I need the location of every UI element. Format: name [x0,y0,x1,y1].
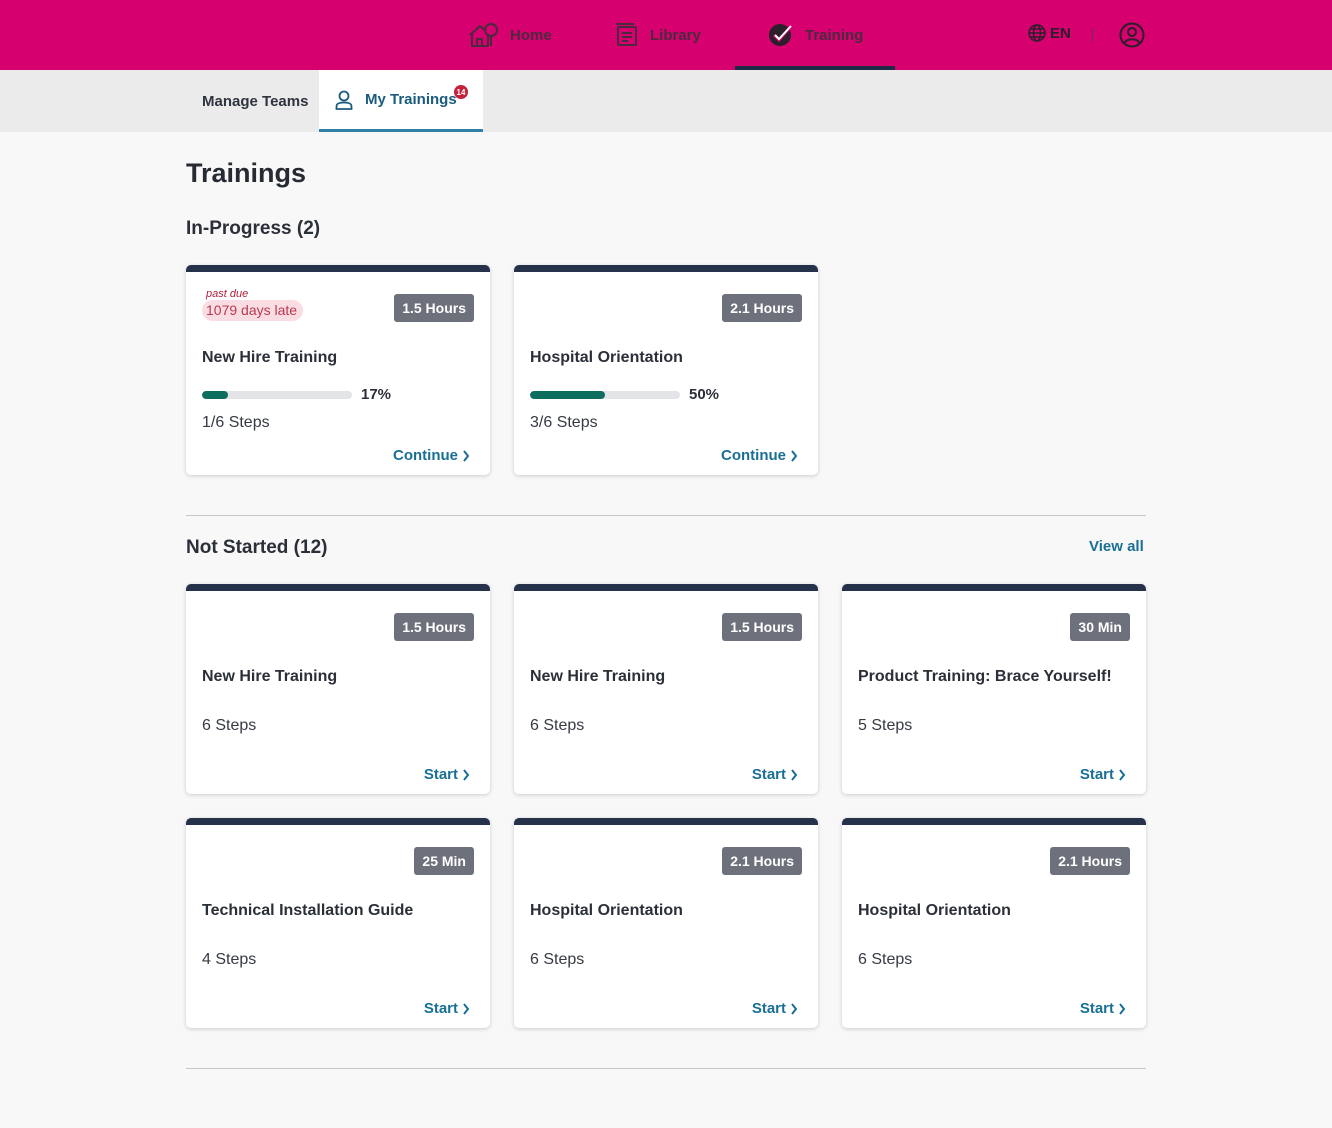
start-label: Start [423,1000,458,1017]
chevron-right-icon [1119,768,1126,781]
start-button[interactable]: Start [424,1000,470,1017]
continue-button[interactable]: Continue [721,447,798,464]
start-button[interactable]: Start [752,766,798,783]
view-all-link[interactable]: View all [1089,538,1144,555]
top-navigation-bar: Home Library Training EN [0,0,1332,70]
in-progress-heading: In-Progress (2) [186,218,321,239]
progress-percent: 17% [361,386,392,403]
nav-library-label: Library [650,26,701,44]
language-selector[interactable]: EN [1028,24,1071,42]
progress-indicator: 17% [202,386,391,403]
page-title: Trainings [186,158,307,188]
training-card[interactable]: 30 Min Product Training: Brace Yourself!… [842,584,1146,794]
training-title: Hospital Orientation [530,902,683,919]
checkmark-circle-icon [769,24,794,46]
progress-indicator: 50% [530,386,719,403]
training-card[interactable]: 1.5 Hours New Hire Training 6 Steps Star… [514,584,818,794]
duration-badge: 1.5 Hours [394,294,474,322]
training-title: Product Training: Brace Yourself! [858,668,1112,685]
start-button[interactable]: Start [1080,766,1126,783]
duration-badge: 2.1 Hours [722,294,802,322]
duration-badge: 1.5 Hours [394,613,474,641]
training-card[interactable]: 2.1 Hours Hospital Orientation 6 Steps S… [842,818,1146,1028]
training-title: New Hire Training [202,668,338,685]
duration-badge: 30 Min [1070,613,1130,641]
library-icon [616,23,637,46]
training-card[interactable]: 2.1 Hours Hospital Orientation 50% 3/6 S… [514,265,818,475]
chevron-right-icon [463,768,470,781]
nav-training-label: Training [805,26,864,44]
continue-label: Continue [393,447,458,464]
training-title: Hospital Orientation [530,349,683,366]
start-label: Start [751,1000,786,1017]
not-started-heading: Not Started (12) [186,537,328,558]
start-label: Start [1079,1000,1114,1017]
profile-button[interactable] [1119,22,1145,53]
tab-my-trainings[interactable]: My Trainings 14 [319,70,483,132]
notification-badge: 14 [454,85,468,99]
chevron-right-icon [463,1002,470,1015]
duration-badge: 25 Min [414,847,474,875]
continue-button[interactable]: Continue [393,447,470,464]
start-button[interactable]: Start [424,766,470,783]
steps-count: 3/6 Steps [530,414,598,431]
steps-count: 6 Steps [530,951,585,968]
training-title: Hospital Orientation [858,902,1011,919]
sub-navigation-bar: Manage Teams My Trainings 14 [0,70,1332,132]
training-title: New Hire Training [202,349,338,366]
progress-bar [202,390,352,399]
nav-separator [1092,28,1093,42]
steps-count: 5 Steps [858,717,913,734]
start-label: Start [751,766,786,783]
section-divider [186,515,1146,516]
training-card[interactable]: 25 Min Technical Installation Guide 4 St… [186,818,490,1028]
start-button[interactable]: Start [752,1000,798,1017]
overdue-indicator: past due 1079 days late [202,288,304,321]
chevron-right-icon [791,449,798,462]
chevron-right-icon [791,768,798,781]
steps-count: 6 Steps [202,717,257,734]
chevron-right-icon [463,449,470,462]
start-label: Start [1079,766,1114,783]
section-divider [186,1068,1146,1069]
nav-library[interactable]: Library [614,0,701,70]
steps-count: 6 Steps [530,717,585,734]
continue-label: Continue [721,447,786,464]
chevron-right-icon [791,1002,798,1015]
duration-badge: 2.1 Hours [722,847,802,875]
tab-my-trainings-label: My Trainings [365,91,457,108]
progress-percent: 50% [689,386,720,403]
past-due-label: past due [206,288,249,300]
progress-bar [530,390,680,399]
globe-icon [1028,24,1046,42]
training-card[interactable]: past due 1079 days late 1.5 Hours New Hi… [186,265,490,475]
language-label: EN [1050,24,1071,42]
tab-manage-teams[interactable]: Manage Teams [202,70,308,132]
training-title: New Hire Training [530,668,666,685]
home-icon [469,23,498,47]
days-late-badge: 1079 days late [202,300,304,321]
nav-home[interactable]: Home [468,0,552,70]
tab-manage-teams-label: Manage Teams [202,92,309,110]
progress-fill [202,390,228,399]
chevron-right-icon [1119,1002,1126,1015]
person-icon [335,90,353,110]
user-avatar-icon [1119,22,1145,48]
steps-count: 6 Steps [858,951,913,968]
training-title: Technical Installation Guide [202,902,414,919]
training-card[interactable]: 1.5 Hours New Hire Training 6 Steps Star… [186,584,490,794]
nav-training[interactable]: Training [767,0,863,70]
duration-badge: 2.1 Hours [1050,847,1130,875]
nav-home-label: Home [510,26,552,44]
start-label: Start [423,766,458,783]
steps-count: 1/6 Steps [202,414,270,431]
progress-fill [530,390,605,399]
steps-count: 4 Steps [202,951,257,968]
start-button[interactable]: Start [1080,1000,1126,1017]
training-card[interactable]: 2.1 Hours Hospital Orientation 6 Steps S… [514,818,818,1028]
duration-badge: 1.5 Hours [722,613,802,641]
